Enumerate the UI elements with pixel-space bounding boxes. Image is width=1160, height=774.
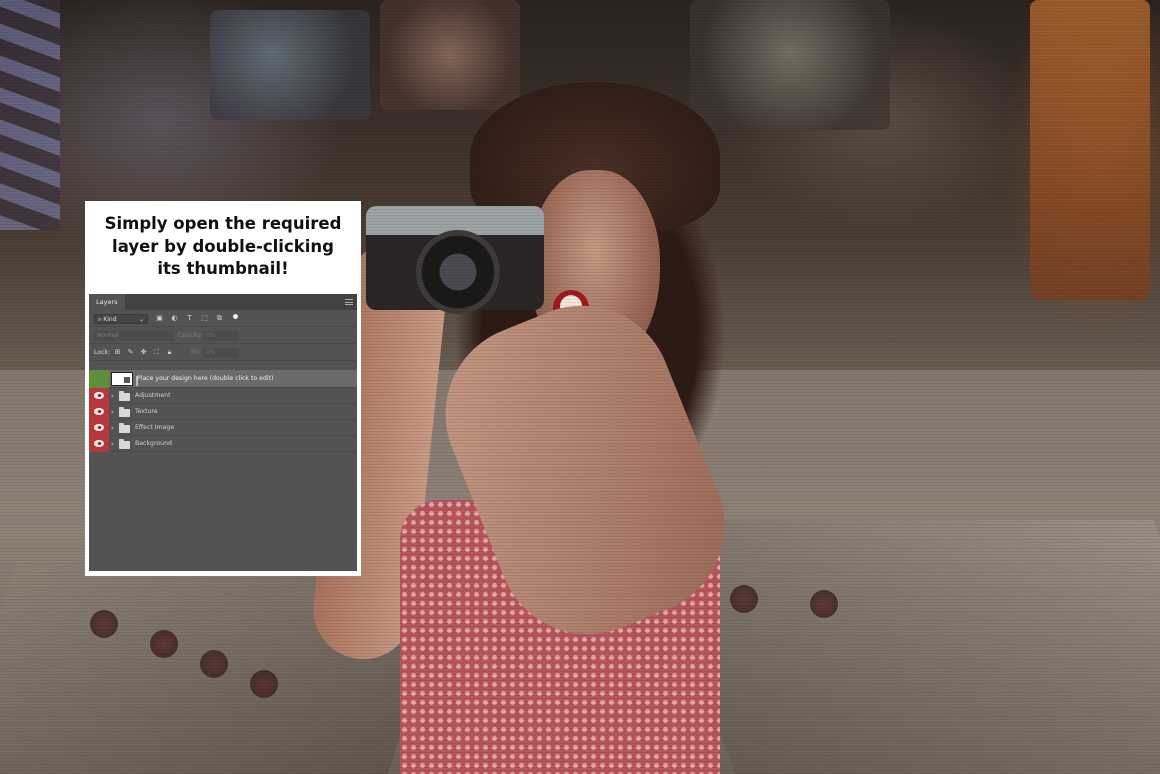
layer-row-group[interactable]: › Background: [89, 436, 357, 452]
lock-all-icon[interactable]: 🔒︎: [165, 348, 174, 357]
layer-name: Place your design here (double click to …: [137, 375, 274, 382]
fill-field[interactable]: 0%: [203, 348, 239, 358]
chevron-right-icon[interactable]: ›: [111, 439, 114, 449]
chevron-down-icon: ⌄: [138, 316, 144, 323]
image-filter-icon[interactable]: ▣: [155, 314, 164, 323]
filter-kind-select[interactable]: ⌕ Kind ⌄: [94, 314, 148, 324]
adjustment-filter-icon[interactable]: ◐: [170, 314, 179, 323]
chevron-right-icon[interactable]: ›: [111, 407, 114, 417]
lock-artboard-icon[interactable]: ⛶: [152, 348, 161, 357]
panel-tab-bar: Layers: [89, 294, 357, 310]
blend-mode-select[interactable]: Normal: [94, 331, 174, 341]
layers-list: Place your design here (double click to …: [89, 370, 357, 452]
fill-label: Fill:: [191, 349, 202, 356]
smart-object-badge-icon: [123, 376, 131, 384]
caption-line: layer by double-clicking: [112, 236, 334, 256]
caption-line: its thumbnail!: [157, 259, 289, 278]
eye-icon: [94, 408, 104, 415]
layer-visibility-toggle[interactable]: [89, 420, 109, 436]
opacity-field[interactable]: 0%: [203, 331, 239, 341]
layer-row-group[interactable]: › Texture: [89, 404, 357, 420]
filter-row: ⌕ Kind ⌄ ▣ ◐ T ⬚ ⧉: [89, 310, 357, 327]
panel-menu-icon[interactable]: [345, 299, 353, 305]
eye-icon: [94, 392, 104, 399]
folder-icon: [119, 423, 130, 433]
layer-visibility-toggle[interactable]: [89, 404, 109, 420]
smart-object-filter-icon[interactable]: ⧉: [215, 314, 224, 323]
caption-line: Simply open the required: [104, 214, 342, 233]
layer-name: Background: [135, 440, 172, 447]
folder-icon: [119, 391, 130, 401]
layer-visibility-toggle[interactable]: [89, 370, 109, 388]
lock-transparent-icon[interactable]: ⊞: [113, 348, 122, 357]
chevron-right-icon[interactable]: ›: [111, 423, 114, 433]
smart-object-thumbnail[interactable]: [111, 372, 138, 386]
layer-row-group[interactable]: › Effect Image: [89, 420, 357, 436]
type-filter-icon[interactable]: T: [185, 314, 194, 323]
blend-row: Normal Opacity: 0%: [89, 327, 357, 344]
filter-kind-label: Kind: [103, 316, 117, 323]
layers-panel: Layers ⌕ Kind ⌄ ▣ ◐ T ⬚ ⧉ Normal Opacity…: [89, 294, 357, 571]
layer-name: Effect Image: [135, 424, 175, 431]
lock-brush-icon[interactable]: ✎: [126, 348, 135, 357]
folder-icon: [119, 439, 130, 449]
layer-visibility-toggle[interactable]: [89, 436, 109, 452]
layer-name: Adjustment: [135, 392, 171, 399]
shape-filter-icon[interactable]: ⬚: [200, 314, 209, 323]
layer-row-smart-object[interactable]: Place your design here (double click to …: [89, 370, 357, 388]
layer-visibility-toggle[interactable]: [89, 388, 109, 404]
layer-name: Texture: [135, 408, 158, 415]
filter-toggle[interactable]: [233, 314, 238, 319]
search-icon: ⌕: [98, 316, 102, 323]
tab-layers[interactable]: Layers: [89, 294, 125, 310]
chevron-right-icon[interactable]: ›: [111, 391, 114, 401]
layer-row-group[interactable]: › Adjustment: [89, 388, 357, 404]
opacity-label: Opacity:: [178, 332, 203, 339]
lock-label: Lock:: [94, 349, 111, 356]
eye-icon: [94, 440, 104, 447]
tutorial-card: Simply open the required layer by double…: [85, 201, 361, 576]
tutorial-caption: Simply open the required layer by double…: [85, 213, 361, 281]
eye-icon: [94, 424, 104, 431]
folder-icon: [119, 407, 130, 417]
lock-row: Lock: ⊞ ✎ ✥ ⛶ 🔒︎ Fill: 0%: [89, 344, 357, 361]
lock-move-icon[interactable]: ✥: [139, 348, 148, 357]
